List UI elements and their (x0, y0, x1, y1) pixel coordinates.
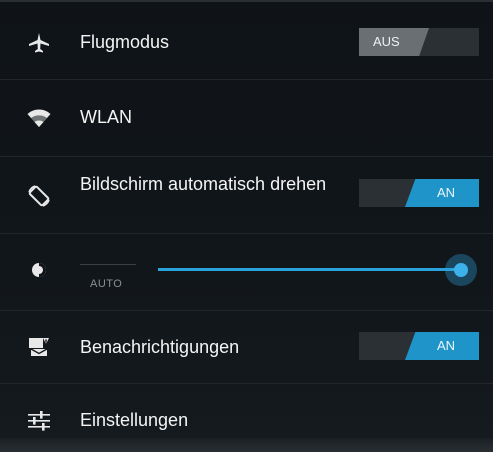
airplane-mode-label: Flugmodus (80, 32, 170, 52)
panel-bottom-edge (0, 438, 493, 452)
notifications-toggle-state: AN (405, 332, 479, 360)
auto-brightness-label: AUTO (90, 278, 123, 290)
rotate-icon (26, 183, 52, 209)
notifications-toggle[interactable]: AN (359, 332, 479, 360)
auto-rotate-toggle[interactable]: AN (359, 179, 479, 207)
auto-rotate-row[interactable]: Bildschirm automatisch drehen AN (0, 157, 493, 234)
settings-sliders-icon (26, 408, 52, 434)
wifi-row[interactable]: WLAN (0, 80, 493, 157)
wifi-label: WLAN (80, 107, 133, 127)
notification-icon (26, 333, 52, 359)
auto-rotate-label: Bildschirm automatisch drehen (80, 174, 327, 194)
settings-row[interactable]: Einstellungen (0, 384, 493, 438)
airplane-mode-toggle-state: AUS (359, 28, 429, 56)
brightness-slider-thumb[interactable] (445, 254, 477, 286)
notifications-label: Benachrichtigungen (80, 337, 240, 357)
wifi-icon (26, 105, 52, 131)
notifications-row[interactable]: Benachrichtigungen AN (0, 311, 493, 384)
auto-rotate-toggle-state: AN (405, 179, 479, 207)
brightness-icon (26, 257, 52, 283)
brightness-slider-track[interactable] (158, 268, 461, 271)
settings-label: Einstellungen (80, 410, 189, 430)
brightness-row (0, 234, 493, 311)
airplane-icon (26, 30, 52, 56)
airplane-mode-row[interactable]: Flugmodus AUS (0, 2, 493, 80)
airplane-mode-toggle[interactable]: AUS (359, 28, 479, 56)
quick-settings-panel: Flugmodus AUS WLAN Bildschirm automatisc… (0, 0, 493, 452)
